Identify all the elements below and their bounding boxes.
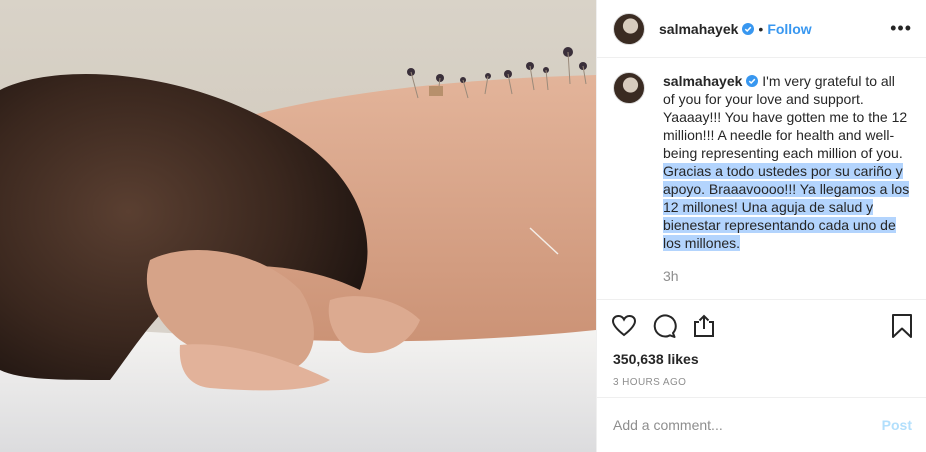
instagram-post-view: salmahayek • Follow ••• salmahayek I'm v… [0, 0, 926, 452]
bookmark-icon[interactable] [890, 313, 914, 339]
post-comment-button[interactable]: Post [882, 417, 912, 433]
verified-badge-icon [742, 22, 755, 35]
verified-badge-icon [746, 75, 759, 87]
post-timestamp[interactable]: 3 HOURS AGO [597, 369, 926, 397]
username-link[interactable]: salmahayek [659, 21, 738, 37]
caption-avatar[interactable] [613, 72, 645, 104]
share-icon[interactable] [691, 313, 717, 339]
comment-icon[interactable] [651, 313, 677, 339]
photo-illustration [0, 47, 596, 452]
caption-text: salmahayek I'm very grateful to all of y… [663, 72, 910, 252]
post-header: salmahayek • Follow ••• [597, 0, 926, 58]
comment-input[interactable] [613, 417, 863, 433]
caption-username-link[interactable]: salmahayek [663, 73, 742, 89]
avatar[interactable] [613, 12, 645, 45]
post-photo[interactable] [0, 0, 596, 452]
separator-dot: • [758, 20, 764, 37]
caption-row: salmahayek I'm very grateful to all of y… [613, 72, 910, 252]
more-options-icon[interactable]: ••• [890, 19, 912, 37]
time-ago: 3h [663, 268, 679, 284]
action-bar [597, 299, 926, 351]
likes-count[interactable]: 350,638 likes [597, 351, 926, 369]
caption-spanish-selected: Gracias a todo ustedes por su cariño y a… [663, 163, 910, 251]
comment-box: Post [597, 397, 926, 452]
caption-area: salmahayek I'm very grateful to all of y… [597, 58, 926, 299]
follow-button[interactable]: Follow [767, 21, 811, 37]
post-side-panel: salmahayek • Follow ••• salmahayek I'm v… [596, 0, 926, 452]
heart-icon[interactable] [611, 313, 637, 339]
